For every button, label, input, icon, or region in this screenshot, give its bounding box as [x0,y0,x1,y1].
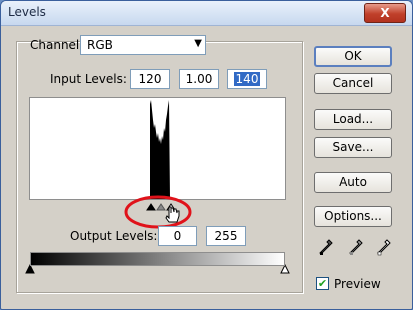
eyedropper-row [319,239,391,256]
title-bar: Levels X [1,1,412,26]
preview-label: Preview [334,277,381,291]
gray-eyedropper-icon[interactable] [349,239,363,255]
dropdown-arrow-icon: ▼ [194,38,202,49]
channel-label: Channel: [30,38,84,52]
histogram-bars [150,100,170,199]
checkmark-icon: ✔ [317,277,328,290]
auto-button[interactable]: Auto [314,172,392,193]
output-gradient [30,252,285,266]
channel-select[interactable]: RGB ▼ [80,35,206,55]
channel-value: RGB [87,38,113,52]
black-eyedropper-icon[interactable] [319,239,333,255]
output-black-field[interactable]: 0 [158,226,197,246]
white-eyedropper-icon[interactable] [377,239,391,256]
window-title: Levels [8,5,46,19]
output-levels-label: Output Levels: [70,229,158,243]
levels-dialog: Levels X Channel: RGB ▼ Input Levels: 12… [0,0,413,310]
input-levels-label: Input Levels: [50,72,127,86]
preview-checkbox[interactable]: ✔ [316,277,329,290]
close-icon: X [380,6,390,20]
histogram [29,97,286,200]
cancel-button[interactable]: Cancel [314,73,392,94]
save-button[interactable]: Save... [314,137,392,158]
ok-button[interactable]: OK [314,46,392,67]
load-button[interactable]: Load... [314,109,392,130]
close-button[interactable]: X [364,3,406,23]
input-white-value: 140 [233,72,261,86]
input-black-field[interactable]: 120 [130,69,170,89]
input-gamma-field[interactable]: 1.00 [179,69,219,89]
output-white-field[interactable]: 255 [206,226,246,246]
histogram-graph [150,100,170,199]
input-white-field[interactable]: 140 [227,69,267,89]
options-button[interactable]: Options... [314,206,392,227]
